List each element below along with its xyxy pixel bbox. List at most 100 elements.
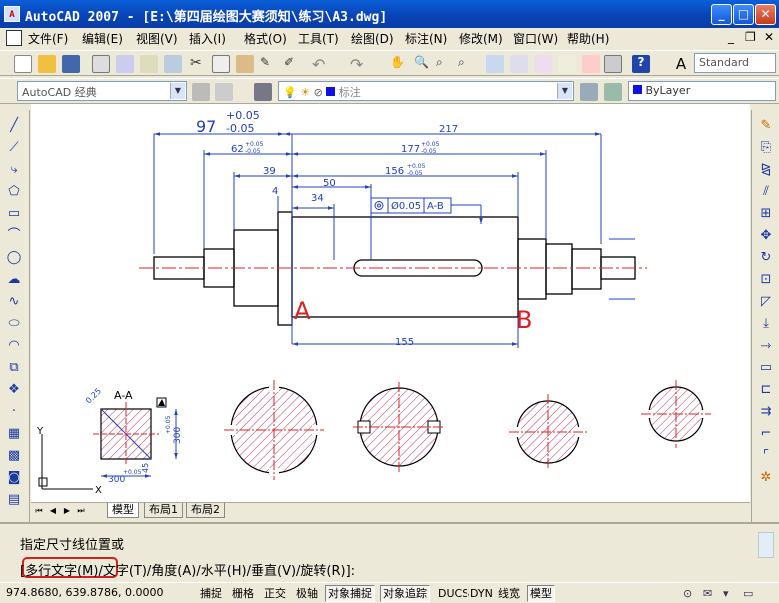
next-tab-icon[interactable]: ▶ <box>61 504 73 517</box>
lock-toolbar-icon[interactable]: ⊙ <box>680 585 696 602</box>
menu-modify[interactable]: 修改(M) <box>459 30 503 47</box>
table-icon[interactable]: ▤ <box>6 492 22 508</box>
menu-file[interactable]: 文件(F) <box>28 30 68 47</box>
communication-icon[interactable]: ✉ <box>700 585 716 602</box>
workspace-save-icon[interactable] <box>215 83 233 101</box>
dyn-toggle[interactable]: DYN <box>467 585 496 602</box>
extend-icon[interactable]: ⤑ <box>758 338 774 354</box>
lineweight-toggle[interactable]: 线宽 <box>495 585 523 602</box>
copy-icon[interactable] <box>212 55 230 73</box>
plot-preview-icon[interactable] <box>116 55 134 73</box>
hatch-icon[interactable]: ▦ <box>6 426 22 442</box>
ortho-toggle[interactable]: 正交 <box>261 585 289 602</box>
text-style-icon[interactable]: A <box>672 55 690 73</box>
calculator-icon[interactable] <box>604 55 622 73</box>
menu-insert[interactable]: 插入(I) <box>189 30 226 47</box>
rectangle-icon[interactable]: ▭ <box>6 206 22 222</box>
menu-dimension[interactable]: 标注(N) <box>405 30 447 47</box>
menu-window[interactable]: 窗口(W) <box>513 30 558 47</box>
tool-palettes-icon[interactable] <box>534 55 552 73</box>
color-dropdown[interactable]: ByLayer <box>628 81 776 101</box>
ellipse-arc-icon[interactable]: ◠ <box>6 338 22 354</box>
design-center-icon[interactable] <box>510 55 528 73</box>
polygon-icon[interactable]: ⬠ <box>6 184 22 200</box>
first-tab-icon[interactable]: ⏮ <box>33 504 45 517</box>
menu-tools[interactable]: 工具(T) <box>298 30 339 47</box>
menu-format[interactable]: 格式(O) <box>244 30 287 47</box>
maximize-button[interactable]: □ <box>733 4 754 25</box>
menu-view[interactable]: 视图(V) <box>136 30 178 47</box>
line-icon[interactable]: ╱ <box>6 118 22 134</box>
region-icon[interactable]: ◙ <box>6 470 22 486</box>
copy-object-icon[interactable]: ⎘ <box>758 140 774 156</box>
last-tab-icon[interactable]: ⏭ <box>75 504 87 517</box>
break-at-point-icon[interactable]: ▭ <box>758 360 774 376</box>
explode-icon[interactable]: ✲ <box>758 470 774 486</box>
save-icon[interactable] <box>62 55 80 73</box>
clean-screen-icon[interactable]: ▭ <box>740 585 757 602</box>
print-icon[interactable] <box>92 55 110 73</box>
model-space-toggle[interactable]: 模型 <box>527 585 555 602</box>
break-icon[interactable]: ⊏ <box>758 382 774 398</box>
scale-icon[interactable]: ⊡ <box>758 272 774 288</box>
menu-draw[interactable]: 绘图(D) <box>351 30 394 47</box>
sheet-set-icon[interactable] <box>558 55 576 73</box>
polyline-icon[interactable]: ⤷ <box>6 162 22 178</box>
tab-layout1[interactable]: 布局1 <box>144 503 183 518</box>
chamfer-icon[interactable]: ⌐ <box>758 426 774 442</box>
revision-cloud-icon[interactable]: ☁ <box>6 272 22 288</box>
gradient-icon[interactable]: ▩ <box>6 448 22 464</box>
mdi-restore-button[interactable]: ❐ <box>745 30 756 44</box>
close-button[interactable]: ✕ <box>755 4 776 25</box>
make-current-layer-icon[interactable] <box>580 83 598 101</box>
tab-layout2[interactable]: 布局2 <box>186 503 225 518</box>
block-editor-icon[interactable]: ✐ <box>284 55 302 73</box>
trim-icon[interactable]: ⤓ <box>758 316 774 332</box>
workspace-dropdown[interactable]: AutoCAD 经典 ▼ <box>17 81 187 101</box>
layer-previous-icon[interactable] <box>604 83 622 101</box>
new-icon[interactable] <box>14 55 32 73</box>
menu-help[interactable]: 帮助(H) <box>567 30 609 47</box>
publish-icon[interactable] <box>140 55 158 73</box>
array-icon[interactable]: ⊞ <box>758 206 774 222</box>
menu-edit[interactable]: 编辑(E) <box>82 30 123 47</box>
layer-dropdown[interactable]: 💡 ☀ ⊘ 标注 ▼ <box>278 81 574 101</box>
drawing-canvas[interactable]: 97 +0.05 -0.05 217 62 +0.05 -0.05 177 +0… <box>31 104 750 502</box>
insert-block-icon[interactable]: ⧉ <box>6 360 22 376</box>
text-style-dropdown[interactable]: Standard <box>694 53 776 73</box>
polar-toggle[interactable]: 极轴 <box>293 585 321 602</box>
autocad-app-icon[interactable]: A <box>4 6 20 22</box>
minimize-button[interactable]: _ <box>711 4 732 25</box>
markup-icon[interactable] <box>582 55 600 73</box>
pan-icon[interactable]: ✋ <box>390 55 408 73</box>
circle-icon[interactable]: ◯ <box>6 250 22 266</box>
zoom-realtime-icon[interactable]: 🔍 <box>414 55 432 73</box>
arc-icon[interactable]: ⌒ <box>6 228 22 244</box>
move-icon[interactable]: ✥ <box>758 228 774 244</box>
mdi-minimize-button[interactable]: _ <box>728 30 734 44</box>
snap-toggle[interactable]: 捕捉 <box>197 585 225 602</box>
ellipse-icon[interactable]: ⬭ <box>6 316 22 332</box>
command-window[interactable]: 指定尺寸线位置或 [多行文字(M)/文字(T)/角度(A)/水平(H)/垂直(V… <box>0 522 779 582</box>
paste-icon[interactable] <box>236 55 254 73</box>
3d-dwf-icon[interactable] <box>164 55 182 73</box>
osnap-toggle[interactable]: 对象捕捉 <box>325 585 375 602</box>
otrack-toggle[interactable]: 对象追踪 <box>380 585 430 602</box>
mirror-icon[interactable]: ⧎ <box>758 162 774 178</box>
rotate-icon[interactable]: ↻ <box>758 250 774 266</box>
stretch-icon[interactable]: ◸ <box>758 294 774 310</box>
layer-manager-icon[interactable] <box>254 83 272 101</box>
grid-toggle[interactable]: 栅格 <box>229 585 257 602</box>
match-properties-icon[interactable]: ✎ <box>260 55 278 73</box>
zoom-previous-icon[interactable]: ⌕ <box>458 55 476 73</box>
tab-model[interactable]: 模型 <box>107 503 139 518</box>
spline-icon[interactable]: ∿ <box>6 294 22 310</box>
redo-icon[interactable]: ↷ <box>350 55 368 74</box>
workspace-settings-icon[interactable] <box>192 83 210 101</box>
help-icon[interactable]: ? <box>632 55 650 73</box>
construction-line-icon[interactable]: ⟋ <box>6 140 22 156</box>
prev-tab-icon[interactable]: ◀ <box>47 504 59 517</box>
status-menu-icon[interactable]: ▾ <box>720 585 732 602</box>
undo-icon[interactable]: ↶ <box>312 55 330 74</box>
point-icon[interactable]: · <box>6 404 22 420</box>
